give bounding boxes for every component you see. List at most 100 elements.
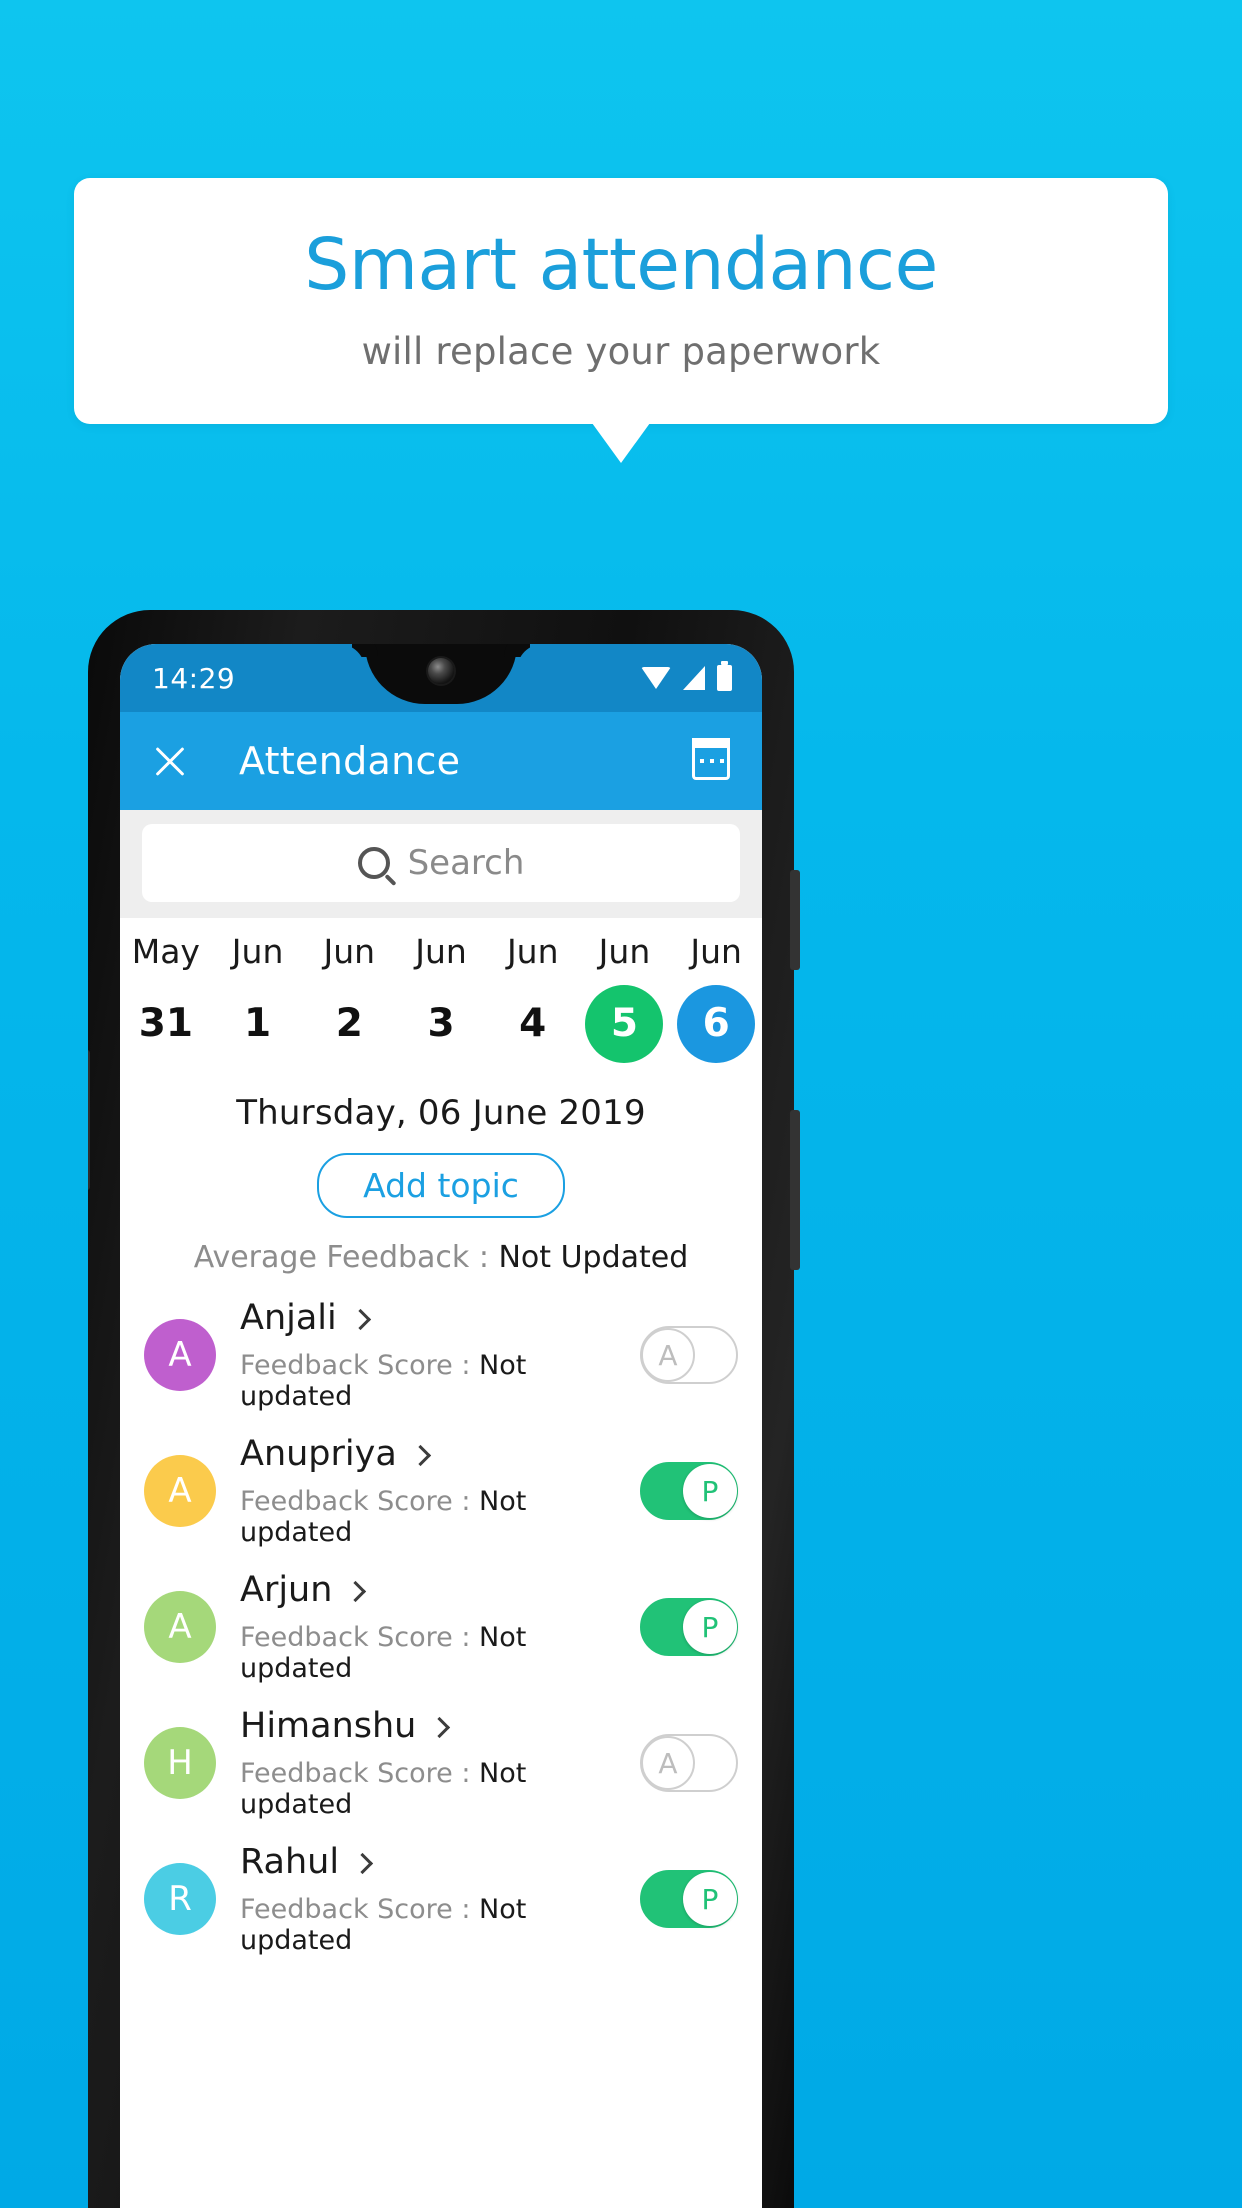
- average-feedback-label: Average Feedback :: [193, 1240, 499, 1275]
- feedback-score-line: Feedback Score : Not updated: [240, 1622, 640, 1684]
- student-row[interactable]: A Arjun Feedback Score : Not updated P: [120, 1559, 762, 1695]
- avatar: A: [144, 1591, 216, 1663]
- student-name-line[interactable]: Himanshu: [240, 1706, 640, 1746]
- chevron-right-icon[interactable]: [345, 1580, 367, 1602]
- average-feedback: Average Feedback : Not Updated: [120, 1240, 762, 1275]
- student-row[interactable]: R Rahul Feedback Score : Not updated P: [120, 1831, 762, 1967]
- date-strip-day[interactable]: Jun 2: [303, 932, 395, 1063]
- feedback-score-line: Feedback Score : Not updated: [240, 1486, 640, 1548]
- student-name: Himanshu: [240, 1706, 417, 1746]
- search-input[interactable]: Search: [142, 824, 740, 902]
- student-info: Himanshu Feedback Score : Not updated: [240, 1706, 640, 1820]
- front-camera: [428, 658, 454, 684]
- app-bar: Attendance: [120, 712, 762, 810]
- student-name-line[interactable]: Arjun: [240, 1570, 640, 1610]
- attendance-toggle-knob: A: [641, 1736, 695, 1790]
- chevron-right-icon[interactable]: [409, 1444, 431, 1466]
- feedback-score-line: Feedback Score : Not updated: [240, 1894, 640, 1956]
- chevron-right-icon[interactable]: [429, 1716, 451, 1738]
- student-name-line[interactable]: Anupriya: [240, 1434, 640, 1474]
- date-month-label: May: [131, 932, 200, 971]
- chevron-right-icon[interactable]: [349, 1308, 371, 1330]
- date-day-number[interactable]: 3: [402, 985, 480, 1063]
- phone-frame: 14:29 Attendance Search May 31 Jun 1 Jun…: [88, 610, 794, 2208]
- date-strip-day[interactable]: Jun 1: [212, 932, 304, 1063]
- attendance-toggle[interactable]: A: [640, 1734, 738, 1792]
- student-info: Anjali Feedback Score : Not updated: [240, 1298, 640, 1412]
- student-name: Rahul: [240, 1842, 340, 1882]
- status-icon-group: [641, 644, 732, 712]
- promo-callout-card: Smart attendance will replace your paper…: [74, 178, 1168, 424]
- wifi-icon: [641, 667, 671, 689]
- phone-side-button: [790, 1110, 800, 1270]
- phone-volume-button: [88, 1050, 90, 1190]
- phone-power-button: [790, 870, 800, 970]
- feedback-score-label: Feedback Score :: [240, 1894, 480, 1925]
- search-icon: [357, 847, 390, 879]
- promo-subline: will replace your paperwork: [361, 330, 881, 373]
- student-name-line[interactable]: Anjali: [240, 1298, 640, 1338]
- avatar: A: [144, 1319, 216, 1391]
- student-name-line[interactable]: Rahul: [240, 1842, 640, 1882]
- chevron-right-icon[interactable]: [351, 1852, 374, 1874]
- date-strip-day[interactable]: Jun 3: [395, 932, 487, 1063]
- phone-notch: [365, 644, 517, 704]
- avatar: H: [144, 1727, 216, 1799]
- date-day-number[interactable]: 5: [585, 985, 664, 1063]
- date-day-number[interactable]: 2: [310, 985, 388, 1063]
- promo-screenshot: Smart attendance will replace your paper…: [0, 0, 1242, 2208]
- attendance-toggle-knob: P: [683, 1600, 737, 1654]
- status-time: 14:29: [152, 661, 236, 695]
- selected-date-label: Thursday, 06 June 2019: [236, 1093, 646, 1133]
- avatar: A: [144, 1455, 216, 1527]
- date-strip-day[interactable]: May 31: [120, 932, 212, 1063]
- date-month-label: Jun: [231, 932, 284, 971]
- feedback-score-label: Feedback Score :: [240, 1486, 480, 1517]
- add-topic-button[interactable]: Add topic: [317, 1153, 565, 1218]
- date-day-number[interactable]: 1: [219, 985, 297, 1063]
- status-bar: 14:29: [120, 644, 762, 712]
- page-title: Attendance: [239, 739, 461, 783]
- search-placeholder: Search: [407, 843, 525, 883]
- student-name: Anupriya: [240, 1434, 397, 1474]
- search-zone: Search: [120, 810, 762, 918]
- battery-icon: [717, 661, 732, 691]
- attendance-toggle[interactable]: P: [640, 1870, 738, 1928]
- avatar: R: [144, 1863, 216, 1935]
- date-month-label: Jun: [506, 932, 559, 971]
- date-strip-day[interactable]: Jun 6: [670, 932, 762, 1063]
- student-row[interactable]: A Anupriya Feedback Score : Not updated P: [120, 1423, 762, 1559]
- student-name: Anjali: [240, 1298, 337, 1338]
- attendance-toggle-knob: P: [683, 1872, 737, 1926]
- student-info: Rahul Feedback Score : Not updated: [240, 1842, 640, 1956]
- student-row[interactable]: H Himanshu Feedback Score : Not updated A: [120, 1695, 762, 1831]
- attendance-toggle-knob: P: [683, 1464, 737, 1518]
- student-list: A Anjali Feedback Score : Not updated A A Anu…: [120, 1287, 762, 1967]
- date-strip-day[interactable]: Jun 5: [579, 932, 671, 1063]
- attendance-toggle[interactable]: P: [640, 1598, 738, 1656]
- calendar-icon[interactable]: [692, 738, 730, 780]
- phone-mockup: 14:29 Attendance Search May 31 Jun 1 Jun…: [88, 610, 800, 2208]
- feedback-score-line: Feedback Score : Not updated: [240, 1758, 640, 1820]
- feedback-score-line: Feedback Score : Not updated: [240, 1350, 640, 1412]
- attendance-toggle[interactable]: A: [640, 1326, 738, 1384]
- date-strip[interactable]: May 31 Jun 1 Jun 2 Jun 3 Jun 4 Jun 5 Jun 6: [120, 918, 762, 1071]
- promo-headline: Smart attendance: [304, 223, 938, 306]
- attendance-toggle[interactable]: P: [640, 1462, 738, 1520]
- callout-tail: [592, 423, 650, 463]
- student-name: Arjun: [240, 1570, 333, 1610]
- signal-icon: [683, 666, 705, 690]
- average-feedback-value: Not Updated: [498, 1240, 689, 1275]
- date-day-number[interactable]: 6: [677, 985, 756, 1063]
- close-icon[interactable]: [148, 739, 192, 783]
- date-day-number[interactable]: 4: [494, 985, 572, 1063]
- date-month-label: Jun: [323, 932, 376, 971]
- student-row[interactable]: A Anjali Feedback Score : Not updated A: [120, 1287, 762, 1423]
- attendance-toggle-knob: A: [641, 1328, 695, 1382]
- date-month-label: Jun: [598, 932, 651, 971]
- date-month-label: Jun: [415, 932, 467, 971]
- date-day-number[interactable]: 31: [127, 985, 205, 1063]
- date-month-label: Jun: [690, 932, 742, 971]
- student-info: Arjun Feedback Score : Not updated: [240, 1570, 640, 1684]
- date-strip-day[interactable]: Jun 4: [487, 932, 579, 1063]
